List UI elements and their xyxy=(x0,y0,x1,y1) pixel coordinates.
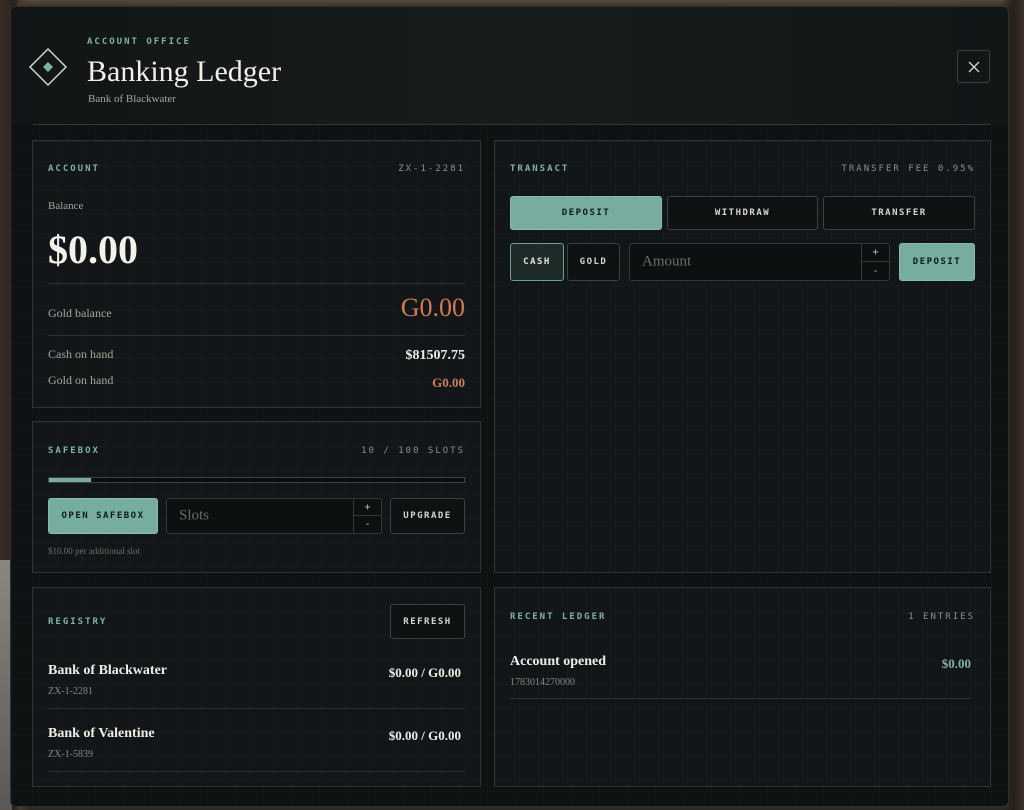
ledger-entry-timestamp: 1783014270000 xyxy=(510,677,575,688)
upgrade-button[interactable]: UPGRADE xyxy=(390,498,465,534)
bank-id: ZX-1-5839 xyxy=(48,749,93,760)
slots-input[interactable]: Slots + - xyxy=(166,498,382,534)
bank-id: ZX-1-2281 xyxy=(48,686,93,697)
safebox-label: SAFEBOX xyxy=(48,446,100,456)
account-divider xyxy=(48,283,465,284)
ledger-entry-amount: $0.00 xyxy=(941,656,971,671)
account-label: ACCOUNT xyxy=(48,164,100,174)
amount-placeholder: Amount xyxy=(642,253,692,270)
close-button[interactable] xyxy=(957,50,990,83)
safebox-note: $10.00 per additional slot xyxy=(48,546,140,556)
ledger-entry-title: Account opened xyxy=(510,654,607,669)
bank-name: Bank of Blackwater xyxy=(48,663,167,678)
amount-decrement-button[interactable]: - xyxy=(862,262,889,280)
page-subtitle: Bank of Blackwater xyxy=(88,93,176,105)
registry-divider xyxy=(48,708,465,709)
slots-increment-button[interactable]: + xyxy=(354,499,381,516)
tab-transfer[interactable]: TRANSFER xyxy=(823,196,975,230)
registry-row[interactable]: Bank of Blackwater ZX-1-2281 $0.00 / G0.… xyxy=(48,658,465,708)
transfer-fee: TRANSFER FEE 0.95% xyxy=(841,164,975,174)
banking-modal: ACCOUNT OFFICE Banking Ledger Bank of Bl… xyxy=(10,6,1009,807)
safebox-progress-bar xyxy=(48,477,465,483)
header-divider xyxy=(33,124,990,125)
account-divider xyxy=(48,335,465,336)
modal-header: ACCOUNT OFFICE Banking Ledger Bank of Bl… xyxy=(11,7,1008,125)
tab-withdraw[interactable]: WITHDRAW xyxy=(667,196,818,230)
diamond-logo-icon xyxy=(28,47,68,87)
amount-input[interactable]: Amount + - xyxy=(629,243,890,281)
gold-balance-label: Gold balance xyxy=(48,306,112,320)
slots-decrement-button[interactable]: - xyxy=(354,516,381,533)
amount-stepper: + - xyxy=(861,244,889,280)
cash-on-hand-label: Cash on hand xyxy=(48,347,114,361)
gold-balance-value: G0.00 xyxy=(400,293,465,322)
deposit-submit-button[interactable]: DEPOSIT xyxy=(899,243,975,281)
balance-label: Balance xyxy=(48,200,84,212)
safebox-progress-fill xyxy=(49,478,91,482)
ledger-entry: Account opened 1783014270000 $0.00 xyxy=(510,648,971,698)
currency-cash-button[interactable]: CASH xyxy=(510,243,564,281)
registry-panel: REGISTRY REFRESH Bank of Blackwater ZX-1… xyxy=(32,587,481,787)
safebox-panel: SAFEBOX 10 / 100 SLOTS OPEN SAFEBOX Slot… xyxy=(32,421,481,573)
safebox-slots-count: 10 / 100 SLOTS xyxy=(361,446,465,456)
recent-ledger-label: RECENT LEDGER xyxy=(510,612,607,622)
registry-label: REGISTRY xyxy=(48,617,108,627)
account-panel: ACCOUNT ZX-1-2281 Balance $0.00 Gold bal… xyxy=(32,140,481,408)
slots-stepper: + - xyxy=(353,499,381,533)
slots-placeholder: Slots xyxy=(179,507,210,524)
transact-label: TRANSACT xyxy=(510,164,570,174)
transact-panel: TRANSACT TRANSFER FEE 0.95% DEPOSIT WITH… xyxy=(494,140,991,573)
amount-increment-button[interactable]: + xyxy=(862,244,889,262)
bank-balances: $0.00 / G0.00 xyxy=(388,728,461,743)
bank-name: Bank of Valentine xyxy=(48,726,155,741)
open-safebox-button[interactable]: OPEN SAFEBOX xyxy=(48,498,158,534)
ledger-divider xyxy=(510,698,971,699)
gold-on-hand-label: Gold on hand xyxy=(48,373,114,387)
cash-on-hand-value: $81507.75 xyxy=(405,348,466,363)
close-icon xyxy=(968,61,979,72)
header-eyebrow: ACCOUNT OFFICE xyxy=(87,37,191,47)
tab-deposit[interactable]: DEPOSIT xyxy=(510,196,662,230)
bank-balances: $0.00 / G0.00 xyxy=(388,665,461,680)
registry-row[interactable]: Bank of Valentine ZX-1-5839 $0.00 / G0.0… xyxy=(48,721,465,771)
balance-value: $0.00 xyxy=(48,227,138,272)
page-title: Banking Ledger xyxy=(87,55,282,88)
refresh-button[interactable]: REFRESH xyxy=(390,604,465,639)
ledger-entries-count: 1 ENTRIES xyxy=(908,612,975,622)
account-id: ZX-1-2281 xyxy=(398,164,465,174)
registry-divider xyxy=(48,771,465,772)
recent-ledger-panel: RECENT LEDGER 1 ENTRIES Account opened 1… xyxy=(494,587,991,787)
gold-on-hand-value: G0.00 xyxy=(432,375,465,390)
currency-gold-button[interactable]: GOLD xyxy=(567,243,620,281)
